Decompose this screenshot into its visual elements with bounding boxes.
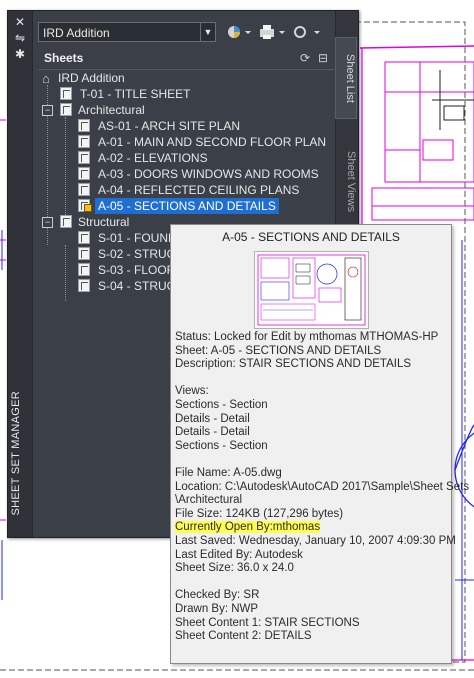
tooltip-line: Views: — [175, 385, 209, 398]
tooltip-line: File Name: A-05.dwg — [175, 467, 282, 479]
tooltip-line: Status: Locked for Edit by mthomas MTHOM… — [175, 331, 439, 343]
tooltip-line: Drawn By: NWP — [175, 603, 259, 615]
plan-detail-top — [384, 61, 474, 183]
chevron-down-icon[interactable]: ▼ — [200, 23, 215, 41]
tooltip-line: Details - Detail — [175, 426, 250, 439]
drawing-frame — [359, 45, 474, 49]
sheet-icon — [78, 183, 90, 196]
sheets-header: Sheets ⟳ ⊟ — [38, 49, 334, 70]
tree-guide — [65, 117, 66, 221]
tooltip-line: \Architectural — [175, 494, 243, 507]
tooltip-line: Sheet Content 1: STAIR SECTIONS — [175, 616, 360, 629]
properties-icon[interactable]: ✱ — [13, 47, 27, 61]
properties-dropdown-icon[interactable] — [292, 23, 326, 41]
sheet-icon — [78, 151, 90, 164]
left-ticks — [0, 119, 6, 521]
tab-sheet-views[interactable]: Sheet Views — [337, 131, 357, 231]
tooltip-line: Last Edited By: Autodesk — [175, 548, 303, 561]
lock-icon — [84, 204, 92, 212]
publish-icon[interactable] — [226, 23, 252, 41]
tooltip-line: Location: C:\Autodesk\AutoCAD 2017\Sampl… — [175, 480, 470, 493]
tooltip-line: Description: STAIR SECTIONS AND DETAILS — [175, 358, 412, 371]
sheet-icon — [60, 87, 72, 100]
sheet-set-dropdown-value: IRD Addition — [43, 26, 110, 40]
sheet-set-dropdown[interactable]: IRD Addition ▼ — [38, 22, 216, 42]
tooltip-title: A-05 - SECTIONS AND DETAILS — [222, 230, 400, 244]
palette-title: SHEET SET MANAGER — [10, 390, 22, 516]
refresh-icon[interactable]: ⟳ — [300, 51, 310, 65]
tooltip-line: Checked By: SR — [175, 589, 260, 602]
sheet-icon — [78, 119, 90, 132]
sheet-tooltip: A-05 - SECTIONS AND DETAILS Status: Lock… — [170, 224, 469, 664]
plot-icon[interactable] — [258, 23, 288, 41]
sheet-thumbnail — [254, 251, 369, 329]
subset-icon — [60, 215, 72, 228]
tooltip-line: Sheet Content 2: DETAILS — [175, 630, 312, 643]
sheet-icon — [78, 247, 90, 260]
collapse-toggle-icon[interactable]: − — [42, 105, 53, 116]
palette-titlebar[interactable]: ✕ ⇋ ✱ SHEET SET MANAGER — [8, 11, 33, 537]
sheet-icon — [78, 231, 90, 244]
autohide-icon[interactable]: ⇋ — [13, 31, 27, 45]
sheet-set-icon: ⌂ — [42, 71, 50, 86]
tooltip-line-currently-open: Currently Open By:mthomas — [175, 521, 321, 534]
plan-detail-black — [432, 70, 474, 130]
close-icon[interactable]: ✕ — [13, 15, 27, 29]
tooltip-line: Last Saved: Wednesday, January 10, 2007 … — [175, 535, 456, 547]
sheet-icon — [78, 279, 90, 292]
tab-sheet-list[interactable]: Sheet List — [335, 37, 357, 119]
tooltip-line: Sheet Size: 36.0 x 24.0 — [175, 562, 294, 575]
sheet-icon — [78, 263, 90, 276]
tooltip-line: Sections - Section — [175, 399, 268, 411]
sheet-icon — [78, 167, 90, 180]
sheet-icon — [78, 135, 90, 148]
tooltip-line: Details - Detail — [175, 412, 250, 425]
tree-guide — [65, 245, 66, 301]
palette-toolbar: IRD Addition ▼ — [38, 22, 333, 44]
sheets-label: Sheets — [44, 51, 84, 65]
subset-icon — [60, 103, 72, 116]
collapse-toggle-icon[interactable]: − — [42, 217, 53, 228]
plan-detail-mid — [371, 187, 474, 221]
tooltip-line: Sections - Section — [175, 439, 268, 452]
tooltip-line: File Size: 124KB (127,296 bytes) — [175, 507, 344, 520]
tooltip-line: Sheet: A-05 - SECTIONS AND DETAILS — [175, 344, 382, 357]
collapse-icon[interactable]: ⊟ — [318, 51, 328, 65]
